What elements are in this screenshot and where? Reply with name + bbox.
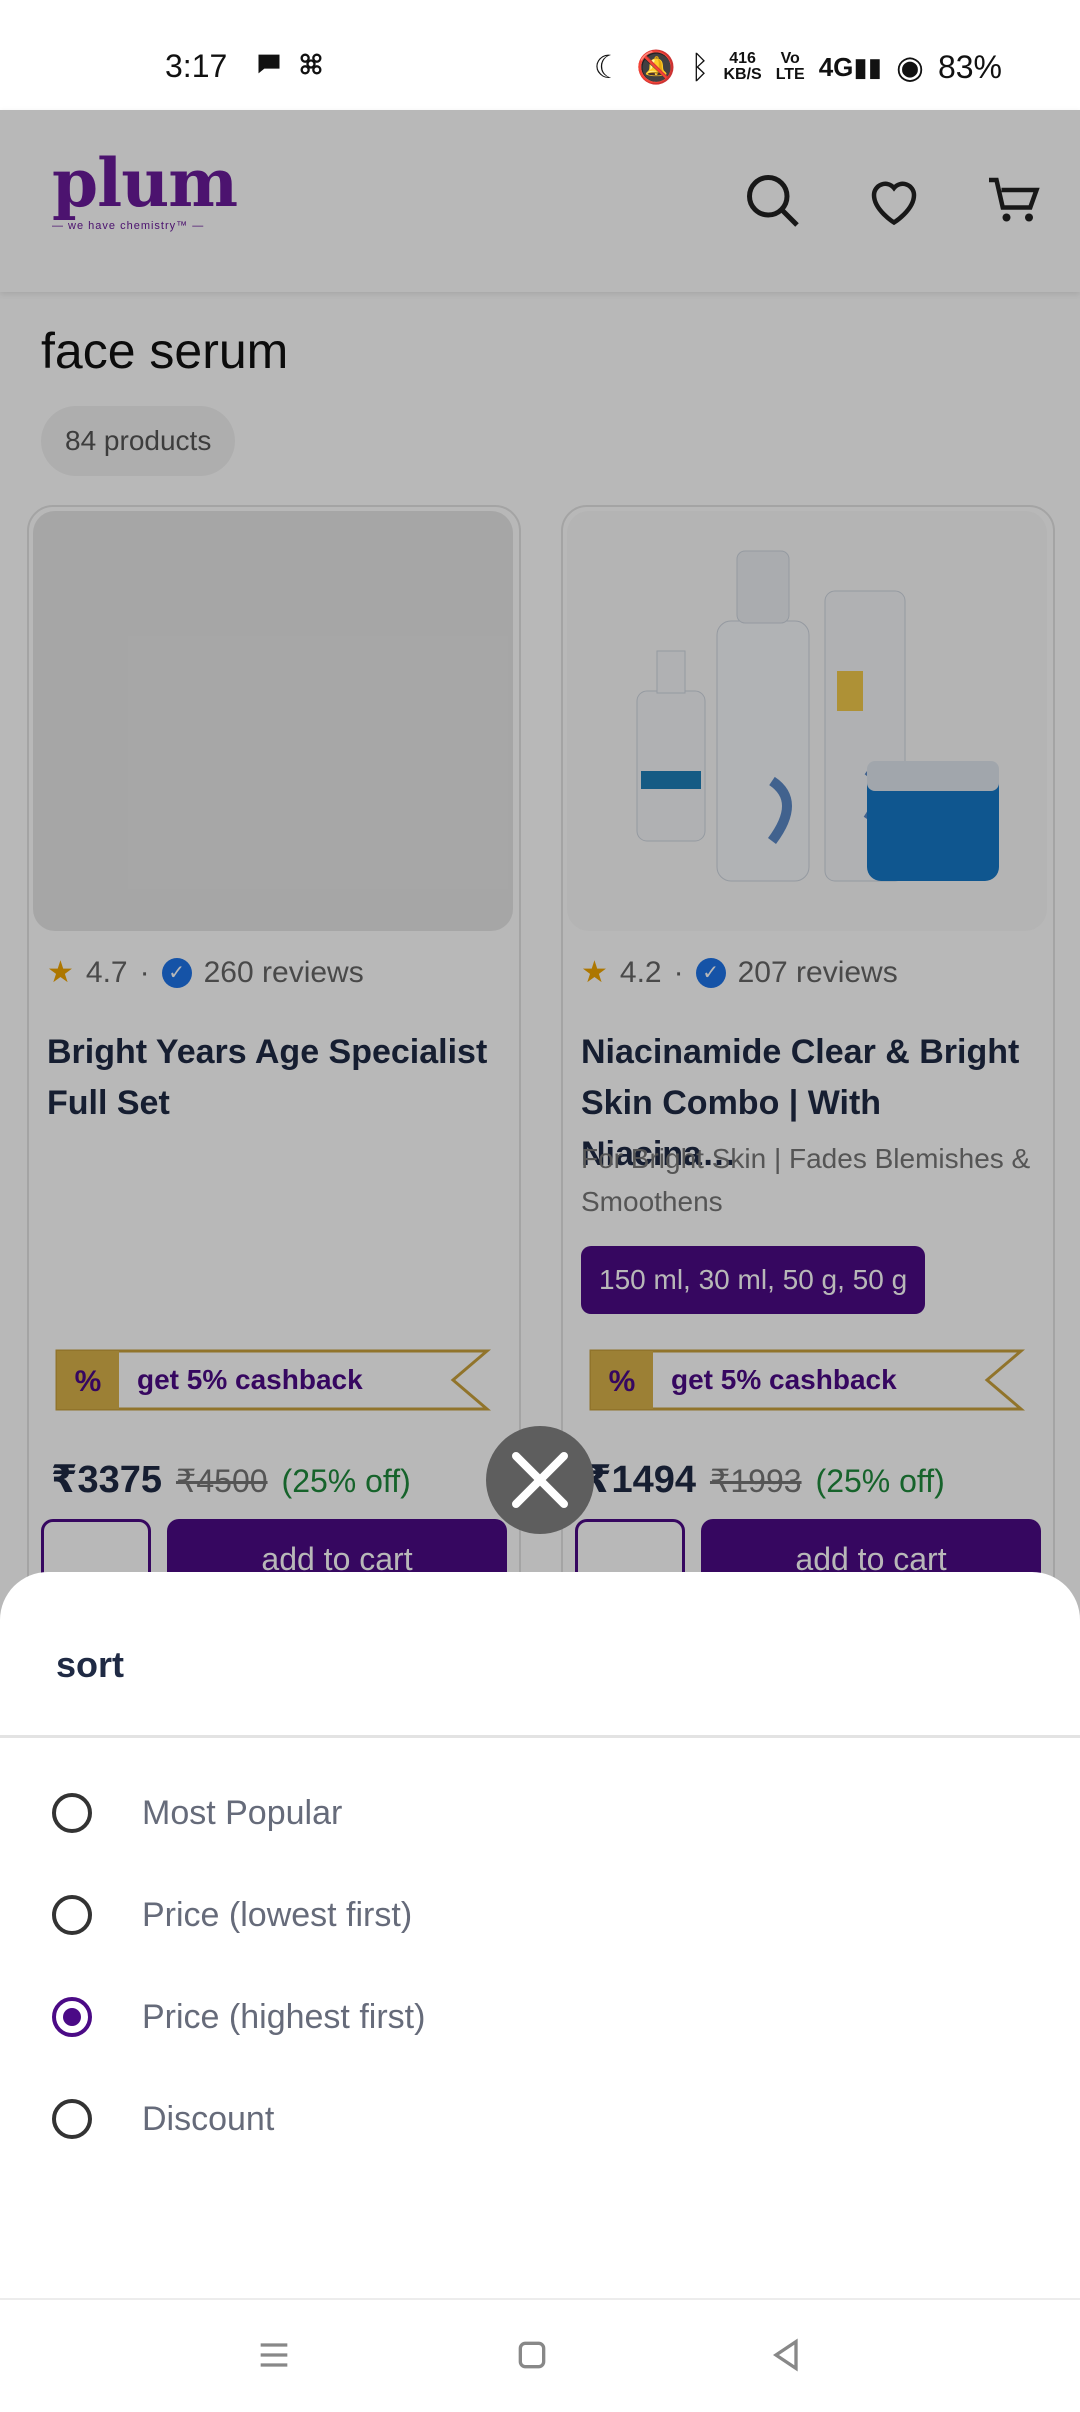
nav-divider (0, 2298, 1080, 2300)
volte-icon: Vo LTE (775, 50, 805, 83)
radio-button[interactable] (52, 2099, 92, 2139)
sheet-title: sort (56, 1644, 125, 1685)
recents-menu-icon[interactable] (254, 2335, 294, 2375)
mute-icon: 🔕 (636, 49, 677, 85)
back-triangle-icon[interactable] (766, 2335, 806, 2375)
pinwheel-icon (300, 53, 322, 75)
sort-bottom-sheet: sort Most Popular Price (lowest first) P… (0, 1572, 1080, 2412)
sort-option-discount[interactable]: Discount (52, 2099, 274, 2139)
status-bar: 3:17 ☾ 🔕 ᛒ 416 KB/S Vo LTE 4G▮▮ ◉ 83% (0, 0, 1080, 110)
chat-bubble-icon (258, 54, 280, 74)
signal-icon: 4G▮▮ (818, 51, 883, 82)
divider (0, 1735, 1080, 1738)
net-speed: 416 KB/S (723, 50, 762, 83)
bluetooth-icon: ᛒ (690, 48, 710, 85)
home-square-icon[interactable] (512, 2335, 552, 2375)
status-right: ☾ 🔕 ᛒ 416 KB/S Vo LTE 4G▮▮ ◉ 83% (594, 48, 1002, 86)
close-sheet-button[interactable] (486, 1426, 594, 1534)
battery-icon: ◉ (896, 49, 924, 85)
moon-icon: ☾ (593, 49, 623, 85)
sort-option-price-highest[interactable]: Price (highest first) (52, 1997, 425, 2037)
status-time: 3:17 (165, 48, 228, 84)
radio-button[interactable] (52, 1895, 92, 1935)
sort-option-most-popular[interactable]: Most Popular (52, 1793, 342, 1833)
close-icon (512, 1452, 568, 1508)
radio-button[interactable] (52, 1793, 92, 1833)
sort-option-price-lowest[interactable]: Price (lowest first) (52, 1895, 412, 1935)
radio-button-selected[interactable] (52, 1997, 92, 2037)
battery-level: 83% (937, 48, 1002, 85)
notification-icons (255, 50, 325, 78)
